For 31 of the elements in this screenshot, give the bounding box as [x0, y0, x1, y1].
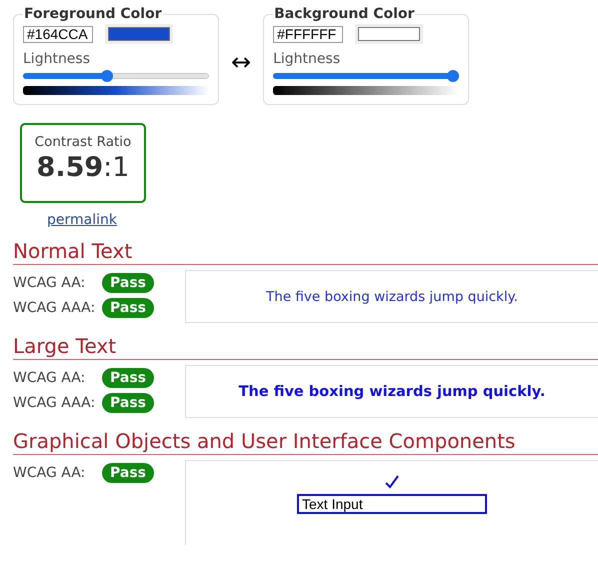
section-title: Graphical Objects and User Interface Components [13, 429, 598, 455]
panel-title: Background Color [273, 6, 416, 22]
wcag-label: WCAG AAA: [13, 300, 96, 316]
section-title: Large Text [13, 334, 598, 360]
wcag-label: WCAG AA: [13, 464, 86, 480]
sample-text: The five boxing wizards jump quickly. [266, 288, 518, 304]
wcag-label: WCAG AAA: [13, 394, 96, 410]
hex-input[interactable]: #164CCA [23, 26, 93, 42]
swap-button[interactable]: ↔ [231, 48, 252, 76]
panel-title: Foreground Color [23, 6, 163, 22]
section-title: Normal Text [13, 239, 598, 265]
text-input[interactable]: Text Input [297, 494, 487, 514]
wcag-label: WCAG AA: [13, 370, 86, 386]
slider-label: Lightness [273, 51, 342, 67]
contrast-label: Contrast Ratio [34, 134, 132, 150]
result-badge: Pass [102, 272, 154, 292]
hex-input[interactable]: #FFFFFF [273, 26, 344, 42]
check-icon [385, 475, 399, 489]
lightness-slider[interactable] [23, 70, 209, 82]
contrast-value: 8.59:1 [36, 152, 130, 183]
color-swatch[interactable] [105, 24, 173, 44]
result-badge: Pass [102, 298, 154, 318]
color-swatch[interactable] [355, 24, 424, 44]
slider-label: Lightness [23, 51, 92, 67]
sample-text: The five boxing wizards jump quickly. [238, 384, 546, 400]
result-badge: Pass [102, 462, 154, 482]
lightness-slider[interactable] [273, 70, 460, 82]
wcag-label: WCAG AA: [13, 274, 86, 290]
result-badge: Pass [102, 392, 154, 412]
result-badge: Pass [102, 368, 154, 388]
permalink[interactable]: permalink [47, 212, 117, 228]
